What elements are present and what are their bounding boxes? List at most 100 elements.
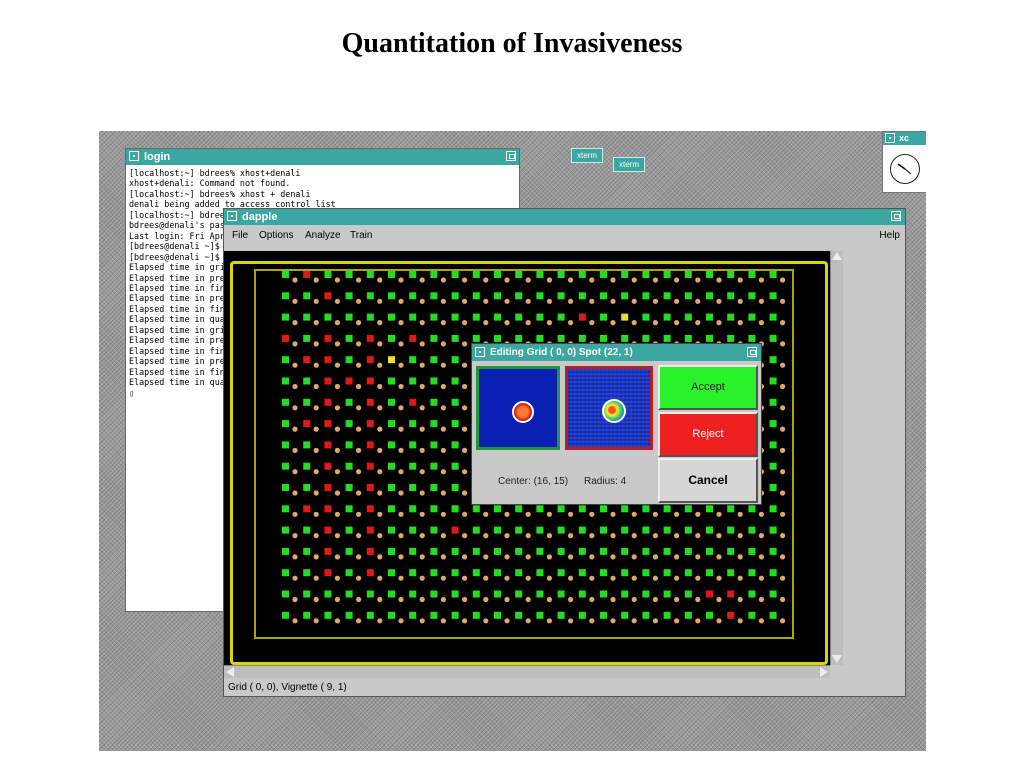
spot-square (663, 547, 671, 555)
xterm-icon-1[interactable]: xterm (571, 148, 603, 163)
spot-dot (610, 277, 616, 283)
scroll-up-icon[interactable] (832, 252, 842, 260)
login-titlebar[interactable]: login (126, 149, 519, 165)
xclock-window[interactable]: xc (882, 131, 926, 193)
spot-square (621, 292, 629, 300)
vertical-scrollbar[interactable] (830, 251, 843, 665)
spot-dot (780, 362, 786, 368)
spot-square (557, 526, 565, 534)
xclock-title: xc (899, 133, 910, 143)
spot-square (324, 271, 332, 278)
window-menu-icon[interactable] (885, 133, 895, 143)
dapple-titlebar[interactable]: dapple (224, 209, 905, 225)
spot-dot (398, 554, 404, 560)
spot-dot (674, 554, 680, 560)
spot-square (303, 420, 311, 428)
spot-square (282, 590, 289, 598)
spot-dot (398, 426, 404, 432)
spot-image-original (476, 366, 560, 450)
scroll-right-icon[interactable] (820, 667, 828, 677)
spot-square (557, 334, 565, 342)
spot-square (642, 334, 650, 342)
accept-button[interactable]: Accept (658, 365, 758, 410)
horizontal-scrollbar[interactable] (224, 665, 830, 678)
spot-square (621, 569, 629, 577)
reject-button[interactable]: Reject (658, 412, 758, 457)
spot-square (494, 313, 501, 321)
spot-square (621, 526, 629, 534)
spot-dot (313, 554, 319, 560)
spot-square (303, 462, 311, 470)
editing-dialog[interactable]: Editing Grid ( 0, 0) Spot (22, 1) Center… (471, 343, 762, 505)
spot-square (706, 590, 713, 598)
spot-dot (652, 511, 658, 517)
spot-dot (419, 298, 425, 304)
spot-square (324, 526, 332, 534)
window-menu-icon[interactable] (475, 347, 485, 357)
xclock-titlebar[interactable]: xc (883, 132, 926, 145)
spot-dot (334, 533, 340, 539)
spot-dot (652, 575, 658, 581)
maximize-icon[interactable] (891, 211, 901, 221)
menu-analyze[interactable]: Analyze (305, 226, 341, 246)
spot-dot (419, 383, 425, 390)
spot-square (536, 334, 544, 342)
spot-square (345, 313, 353, 321)
cancel-button[interactable]: Cancel (658, 458, 758, 503)
spot-dot (631, 320, 637, 326)
spot-square (451, 505, 459, 513)
maximize-icon[interactable] (747, 347, 757, 357)
spot-square (515, 292, 523, 300)
spot-dot (525, 596, 531, 603)
spot-dot (334, 447, 340, 453)
spot-square (663, 611, 671, 619)
spot-square (324, 547, 332, 555)
spot-square (748, 611, 756, 619)
menu-file[interactable]: File (232, 226, 248, 246)
spot-square (409, 547, 417, 555)
spot-square (282, 547, 289, 555)
spot-dot (334, 490, 340, 496)
spot-dot (377, 575, 383, 581)
menu-train[interactable]: Train (350, 226, 372, 246)
spot-dot (292, 490, 298, 496)
spot-square (324, 292, 332, 300)
spot-dot (525, 277, 531, 283)
spot-dot (652, 618, 658, 624)
spot-dot (737, 554, 743, 560)
spot-square (600, 590, 607, 598)
spot-dot (716, 596, 722, 603)
dialog-titlebar[interactable]: Editing Grid ( 0, 0) Spot (22, 1) (472, 344, 761, 361)
spot-dot (546, 618, 552, 624)
scroll-left-icon[interactable] (226, 667, 234, 677)
scroll-down-icon[interactable] (832, 655, 842, 663)
spot-dot (737, 596, 743, 603)
spot-square (388, 313, 395, 321)
maximize-icon[interactable] (506, 151, 516, 161)
spot-square (621, 505, 629, 513)
spot-dot (758, 277, 765, 283)
spot-dot (313, 341, 319, 347)
window-menu-icon[interactable] (129, 151, 139, 161)
xterm-icon-2[interactable]: xterm (613, 157, 645, 172)
window-menu-icon[interactable] (227, 211, 237, 221)
spot-dot (313, 533, 319, 539)
spot-square (600, 505, 607, 513)
spot-square (366, 398, 374, 406)
menu-help[interactable]: Help (879, 226, 900, 246)
spot-square (409, 356, 417, 364)
spot-square (769, 441, 777, 449)
spot-square (600, 313, 607, 321)
spot-square (642, 611, 650, 619)
spot-dot (356, 298, 362, 304)
spot-square (748, 569, 756, 577)
spot-dot (780, 575, 786, 581)
menu-options[interactable]: Options (259, 226, 293, 246)
spot-dot (313, 298, 319, 304)
spot-dot (631, 511, 637, 517)
spot-square (769, 292, 777, 300)
spot-square (748, 334, 756, 342)
spot-dot (292, 341, 298, 347)
spot-square (663, 569, 671, 577)
spot-square (282, 611, 289, 619)
